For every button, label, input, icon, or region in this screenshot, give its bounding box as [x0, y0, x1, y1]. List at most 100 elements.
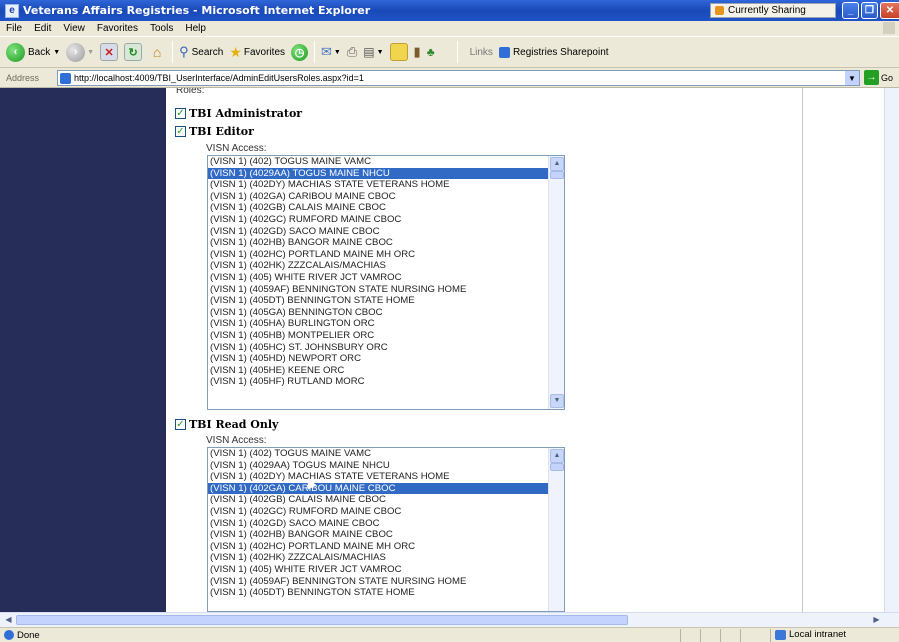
administrator-checkbox[interactable]: ✓	[175, 108, 186, 119]
menu-file[interactable]: File	[0, 23, 28, 34]
visn-list-option[interactable]: (VISN 1) (4029AA) TOGUS MAINE NHCU	[208, 460, 564, 472]
window-title: Veterans Affairs Registries - Microsoft …	[23, 4, 371, 17]
search-icon: ⚲	[179, 44, 189, 59]
visn-list-option[interactable]: (VISN 1) (405) WHITE RIVER JCT VAMROC	[208, 272, 564, 284]
editor-list-scrollbar[interactable]: ▲ ▼	[548, 156, 564, 409]
role-tbi-editor[interactable]: ✓ TBI Editor	[175, 125, 254, 138]
visn-list-option[interactable]: (VISN 1) (405HC) ST. JOHNSBURY ORC	[208, 342, 564, 354]
visn-list-option[interactable]: (VISN 1) (402HC) PORTLAND MAINE MH ORC	[208, 541, 564, 553]
role-label: TBI Editor	[189, 125, 254, 138]
back-arrow-icon: ‹	[6, 42, 25, 62]
visn-list-option[interactable]: (VISN 1) (405DT) BENNINGTON STATE HOME	[208, 587, 564, 599]
print-button[interactable]: ⎙	[347, 40, 357, 64]
visn-list-option[interactable]: (VISN 1) (402HB) BANGOR MAINE CBOC	[208, 529, 564, 541]
read-only-checkbox[interactable]: ✓	[175, 419, 186, 430]
roles-label: Roles:	[176, 88, 205, 96]
restore-button[interactable]: ❐	[861, 2, 878, 19]
scroll-right-icon[interactable]: ▶	[870, 614, 883, 626]
edit-icon: ▤	[363, 45, 375, 59]
visn-list-option[interactable]: (VISN 1) (405DT) BENNINGTON STATE HOME	[208, 295, 564, 307]
close-button[interactable]: ✕	[880, 2, 899, 19]
address-label: Address	[6, 72, 40, 83]
visn-list-option[interactable]: (VISN 1) (405GA) BENNINGTON CBOC	[208, 307, 564, 319]
visn-list-option[interactable]: (VISN 1) (402GB) CALAIS MAINE CBOC	[208, 202, 564, 214]
visn-list-option[interactable]: (VISN 1) (402GC) RUMFORD MAINE CBOC	[208, 214, 564, 226]
visn-list-option[interactable]: (VISN 1) (405HB) MONTPELIER ORC	[208, 330, 564, 342]
favorites-button[interactable]: ★ Favorites	[229, 40, 285, 64]
visn-list-option[interactable]: (VISN 1) (405) WHITE RIVER JCT VAMROC	[208, 564, 564, 576]
windows-flag-icon	[883, 22, 895, 34]
minimize-button[interactable]: _	[842, 2, 859, 19]
page-horizontal-scrollbar[interactable]: ◀ ▶	[0, 612, 899, 627]
search-button[interactable]: ⚲ Search	[179, 40, 223, 64]
visn-list-option[interactable]: (VISN 1) (402GC) RUMFORD MAINE CBOC	[208, 506, 564, 518]
link-registries-sharepoint[interactable]: Registries Sharepoint	[498, 40, 609, 64]
visn-list-option[interactable]: (VISN 1) (402) TOGUS MAINE VAMC	[208, 156, 564, 168]
link-page-icon	[498, 46, 510, 58]
visn-list-option[interactable]: (VISN 1) (402GD) SACO MAINE CBOC	[208, 226, 564, 238]
mail-button[interactable]: ✉ ▼	[321, 40, 341, 64]
visn-list-option[interactable]: (VISN 1) (402DY) MACHIAS STATE VETERANS …	[208, 471, 564, 483]
read-only-list-scrollbar[interactable]: ▲	[548, 448, 564, 611]
visn-list-option[interactable]: (VISN 1) (405HD) NEWPORT ORC	[208, 353, 564, 365]
stop-button[interactable]: ✕	[100, 40, 119, 64]
chevron-down-icon[interactable]: ▼	[845, 71, 859, 85]
visn-list-option[interactable]: (VISN 1) (402GB) CALAIS MAINE CBOC	[208, 494, 564, 506]
address-url: http://localhost:4009/TBI_UserInterface/…	[74, 73, 364, 83]
visn-list-option[interactable]: (VISN 1) (402DY) MACHIAS STATE VETERANS …	[208, 179, 564, 191]
visn-list-option[interactable]: (VISN 1) (405HE) KEENE ORC	[208, 365, 564, 377]
scroll-up-icon[interactable]: ▲	[550, 449, 564, 463]
address-input[interactable]: http://localhost:4009/TBI_UserInterface/…	[57, 70, 860, 86]
editor-checkbox[interactable]: ✓	[175, 126, 186, 137]
menu-edit[interactable]: Edit	[28, 23, 57, 34]
scroll-thumb[interactable]	[550, 171, 564, 179]
book-icon: ▮	[413, 44, 421, 59]
visn-list-option[interactable]: (VISN 1) (402HC) PORTLAND MAINE MH ORC	[208, 249, 564, 261]
window-title-bar: e Veterans Affairs Registries - Microsof…	[0, 0, 899, 21]
messenger-button[interactable]: ♣	[427, 40, 435, 64]
page-vertical-scrollbar[interactable]	[884, 88, 899, 612]
visn-list-option[interactable]: (VISN 1) (4029AA) TOGUS MAINE NHCU	[208, 167, 564, 180]
refresh-button[interactable]: ↻	[124, 40, 143, 64]
visn-list-option[interactable]: (VISN 1) (405HF) RUTLAND MORC	[208, 376, 564, 388]
scroll-down-icon[interactable]: ▼	[550, 394, 564, 408]
menu-favorites[interactable]: Favorites	[91, 23, 144, 34]
visn-list-option[interactable]: (VISN 1) (402) TOGUS MAINE VAMC	[208, 448, 564, 460]
sharing-indicator[interactable]: Currently Sharing	[710, 3, 836, 18]
visn-list-option[interactable]: (VISN 1) (402HK) ZZZCALAIS/MACHIAS	[208, 260, 564, 272]
horizontal-scroll-thumb[interactable]	[16, 615, 628, 625]
menu-help[interactable]: Help	[179, 23, 212, 34]
toolbar-separator	[456, 41, 458, 63]
read-only-visn-listbox[interactable]: (VISN 1) (402) TOGUS MAINE VAMC (VISN 1) …	[207, 447, 565, 612]
role-tbi-administrator[interactable]: ✓ TBI Administrator	[175, 107, 302, 120]
discuss-button[interactable]	[389, 40, 408, 64]
visn-list-option[interactable]: (VISN 1) (402HB) BANGOR MAINE CBOC	[208, 237, 564, 249]
role-tbi-read-only[interactable]: ✓ TBI Read Only	[175, 418, 278, 431]
history-button[interactable]: ◷	[291, 40, 309, 64]
visn-list-option[interactable]: (VISN 1) (402GA) CARIBOU MAINE CBOC	[208, 482, 564, 495]
go-button[interactable]: → Go	[864, 70, 893, 85]
star-icon: ★	[229, 43, 242, 60]
scroll-thumb[interactable]	[550, 463, 564, 471]
visn-list-option[interactable]: (VISN 1) (405HA) BURLINGTON ORC	[208, 318, 564, 330]
editor-visn-listbox[interactable]: (VISN 1) (402) TOGUS MAINE VAMC (VISN 1) …	[207, 155, 565, 410]
menu-bar: File Edit View Favorites Tools Help	[0, 21, 899, 36]
menu-tools[interactable]: Tools	[144, 23, 179, 34]
folder-icon	[389, 43, 408, 61]
zone-label: Local intranet	[789, 629, 847, 640]
visn-list-option[interactable]: (VISN 1) (4059AF) BENNINGTON STATE NURSI…	[208, 284, 564, 296]
scroll-left-icon[interactable]: ◀	[2, 614, 15, 626]
visn-list-option[interactable]: (VISN 1) (402GD) SACO MAINE CBOC	[208, 518, 564, 530]
scroll-up-icon[interactable]: ▲	[550, 157, 564, 171]
research-button[interactable]: ▮	[414, 40, 421, 64]
back-button[interactable]: ‹ Back ▼	[6, 40, 60, 64]
page-icon	[60, 72, 71, 84]
forward-button[interactable]: › ▼	[66, 40, 94, 64]
visn-list-option[interactable]: (VISN 1) (402GA) CARIBOU MAINE CBOC	[208, 191, 564, 203]
edit-button[interactable]: ▤ ▼	[363, 40, 383, 64]
chevron-down-icon: ▼	[87, 48, 95, 56]
menu-view[interactable]: View	[57, 23, 91, 34]
visn-list-option[interactable]: (VISN 1) (4059AF) BENNINGTON STATE NURSI…	[208, 576, 564, 588]
visn-list-option[interactable]: (VISN 1) (402HK) ZZZCALAIS/MACHIAS	[208, 552, 564, 564]
home-button[interactable]: ⌂	[148, 40, 166, 64]
